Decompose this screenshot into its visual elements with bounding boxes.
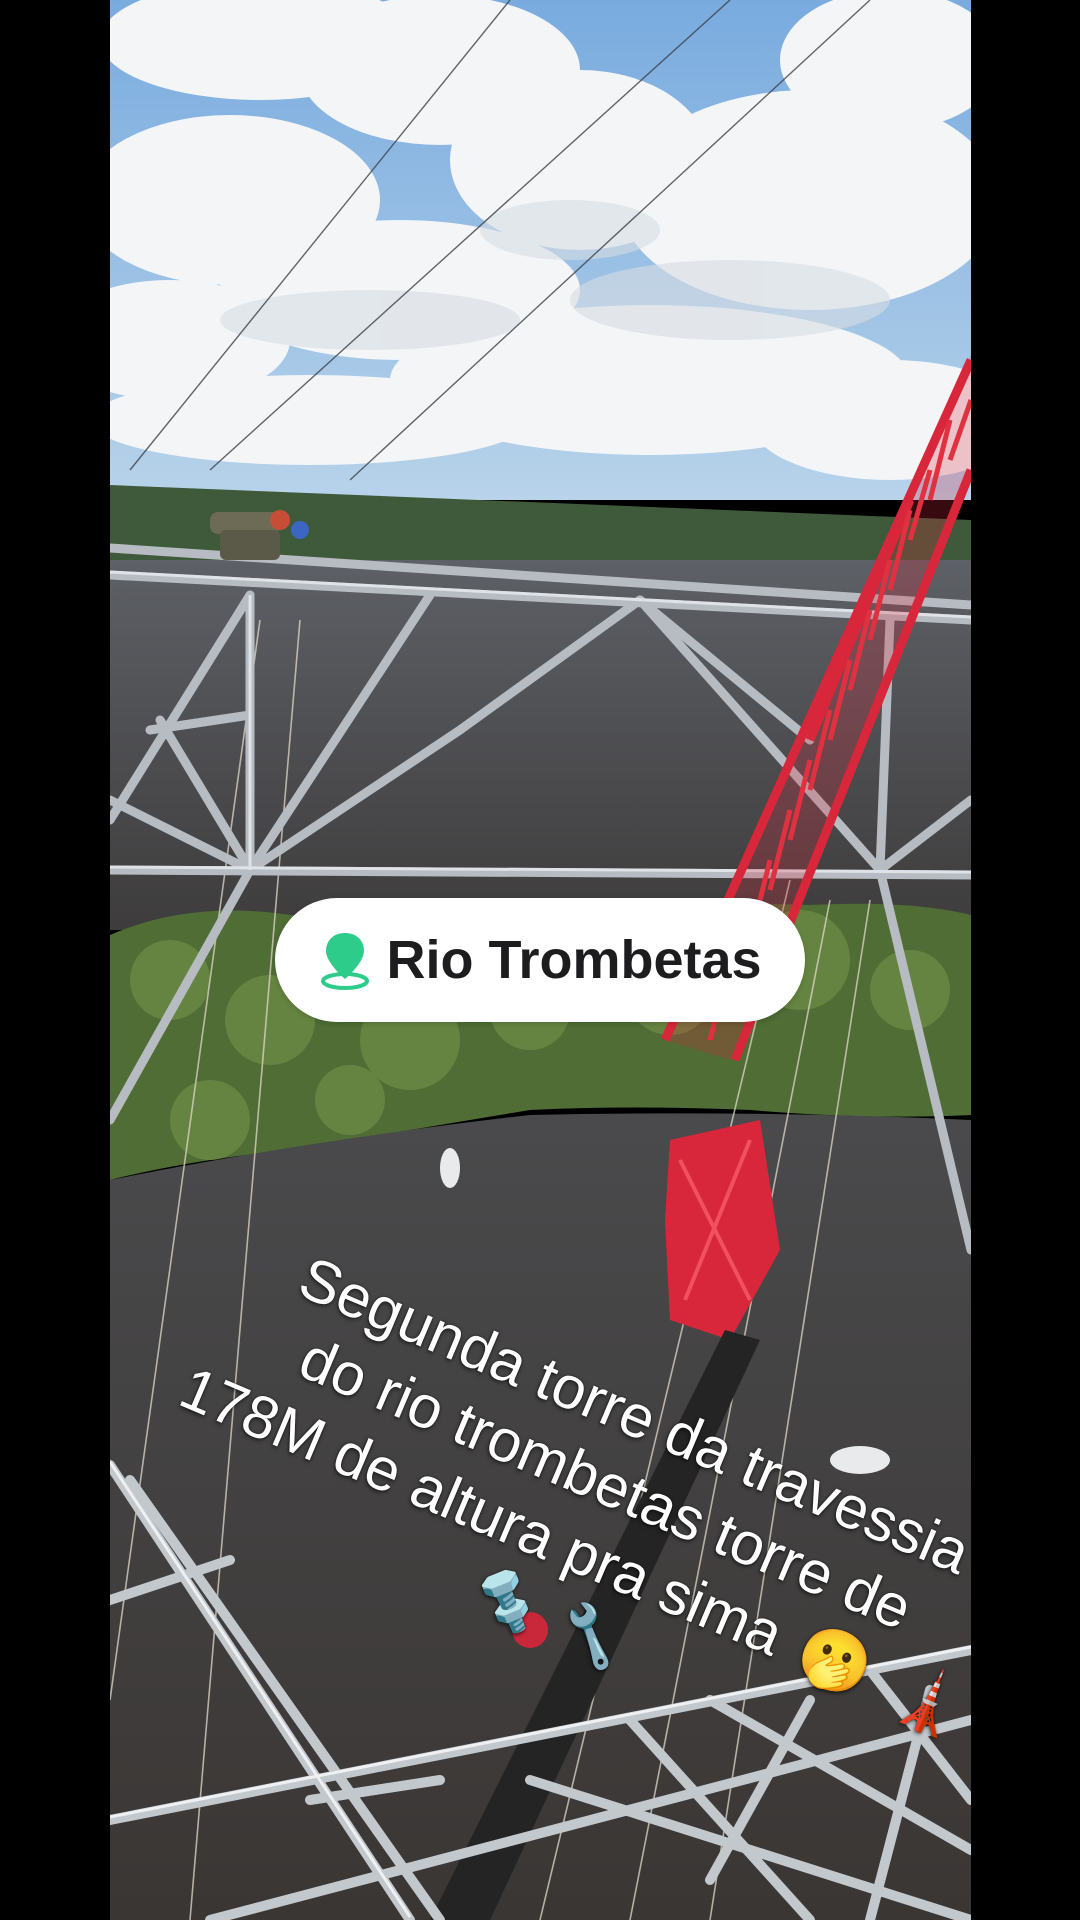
letterbox-left	[0, 0, 110, 1920]
map-pin-icon	[321, 933, 370, 990]
boat	[440, 1148, 460, 1188]
location-label: Rio Trombetas	[386, 930, 762, 990]
video-frame: Rio Trombetas Segunda torre da travessia…	[0, 0, 1080, 1920]
location-sticker[interactable]: Rio Trombetas	[275, 898, 805, 1022]
